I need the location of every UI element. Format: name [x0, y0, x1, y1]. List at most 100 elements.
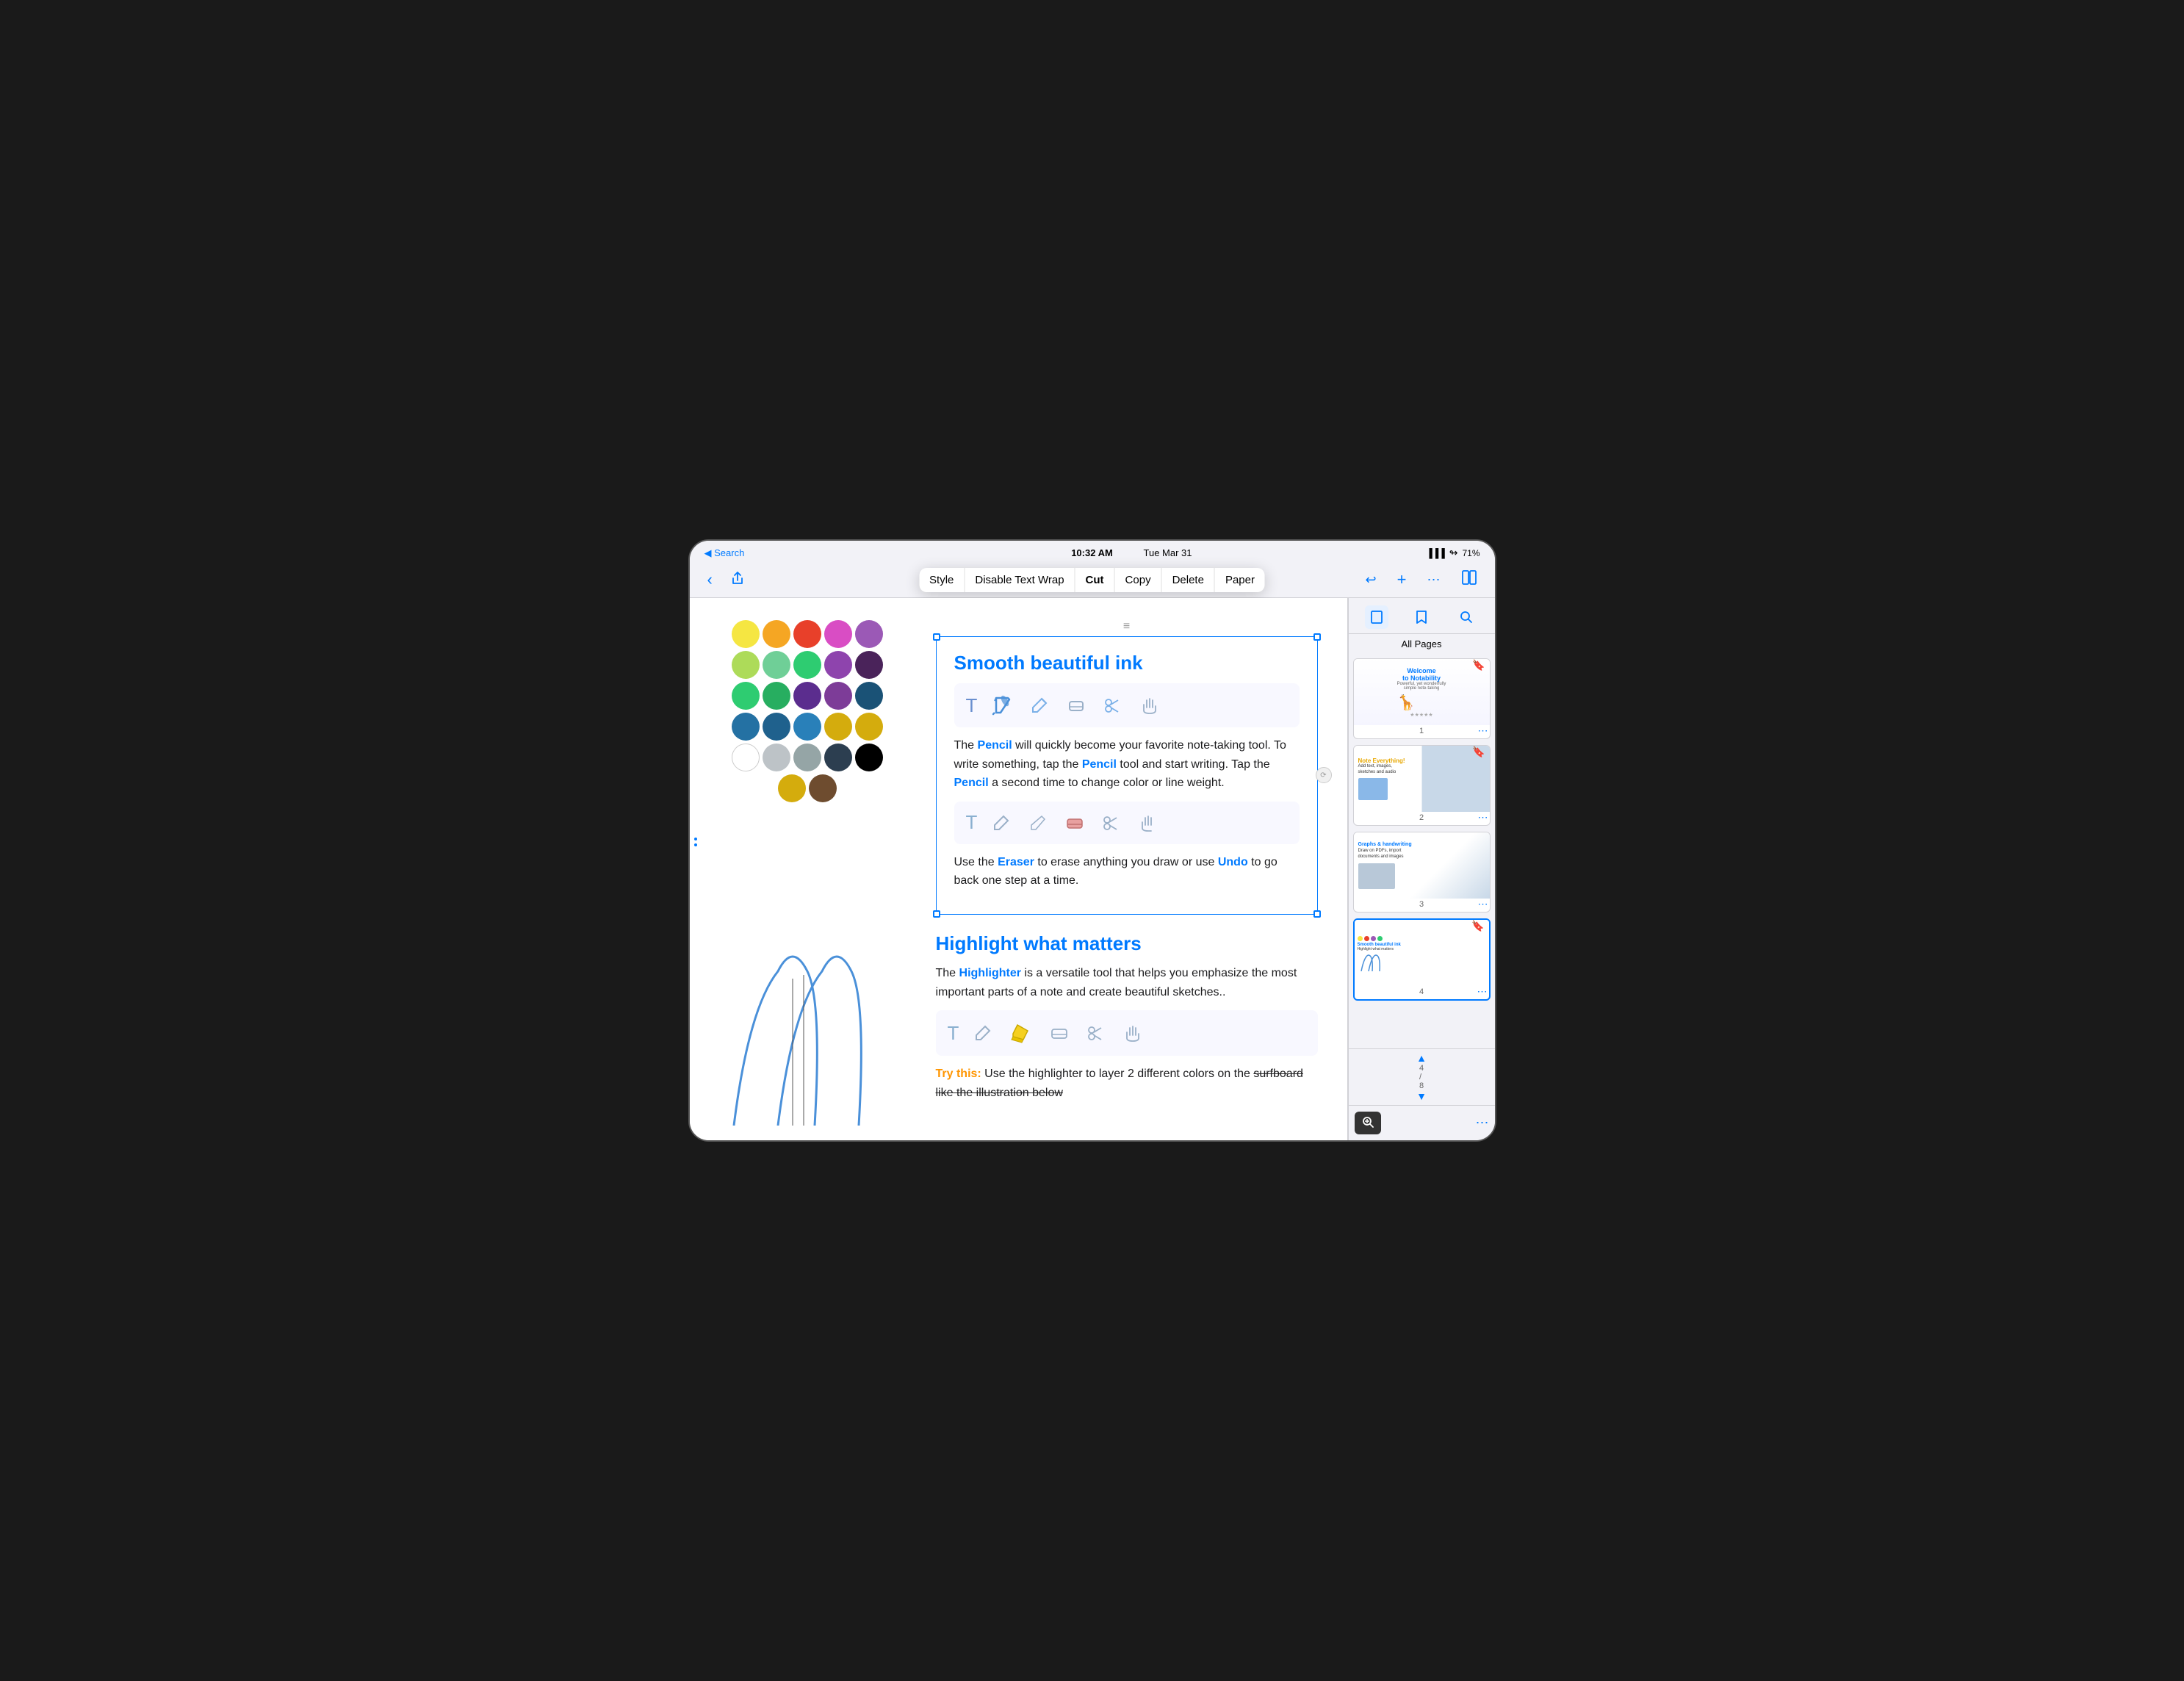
thumb2-body: Add text, images,sketches and audio: [1358, 764, 1396, 776]
signal-icon: ▐▐▐: [1426, 548, 1445, 558]
page-indicator: 4/8: [1419, 1064, 1424, 1090]
bookmark-4: 🔖: [1471, 920, 1484, 932]
color-navy: [855, 682, 883, 710]
share-button[interactable]: [724, 568, 751, 592]
more-btn-3[interactable]: ⋯: [1478, 898, 1488, 910]
more-btn-4[interactable]: ⋯: [1477, 985, 1488, 998]
handle-tr[interactable]: [1313, 633, 1321, 641]
pencil2-icon: [1027, 693, 1052, 718]
strikethrough-text: surfboard like the illustration below: [936, 1068, 1303, 1099]
text-tool-icon3: T: [948, 1022, 959, 1045]
wifi-icon: ↬: [1449, 547, 1458, 559]
back-button[interactable]: ‹: [702, 567, 718, 592]
all-pages-label: All Pages: [1349, 634, 1495, 654]
pencil-link1[interactable]: Pencil: [978, 739, 1012, 752]
sidebar-toolbar: [1349, 598, 1495, 634]
text-box-selected[interactable]: ⟳ Smooth beautiful ink T: [936, 636, 1318, 915]
try-this-text: Try this: Use the highlighter to layer 2…: [936, 1065, 1318, 1102]
color-blue: [732, 713, 760, 741]
more-btn-1[interactable]: ⋯: [1478, 724, 1488, 737]
context-paper[interactable]: Paper: [1215, 568, 1265, 592]
handle-bl[interactable]: [933, 910, 940, 918]
page-thumb-1[interactable]: 🔖 Welcometo Notability Powerful, yet won…: [1353, 658, 1491, 739]
scissors-icon3: [1084, 1021, 1109, 1045]
page-thumbnails: 🔖 Welcometo Notability Powerful, yet won…: [1349, 654, 1495, 1048]
color-palette: [704, 620, 910, 805]
page-num-4: 4: [1355, 986, 1489, 999]
bookmark-2: 🔖: [1472, 746, 1485, 758]
curve-drawing: [712, 935, 918, 1126]
pages-view-button[interactable]: [1365, 605, 1388, 629]
page-thumb-2[interactable]: 🔖 Note Everything! Add text, images,sket…: [1353, 745, 1491, 826]
section2-heading: Highlight what matters: [936, 932, 1318, 955]
eraser-icon-top: [1064, 693, 1089, 718]
color-violet: [824, 651, 852, 679]
search-sidebar-button[interactable]: [1455, 605, 1478, 629]
undo-button[interactable]: ↩: [1360, 569, 1383, 591]
more-button[interactable]: ⋯: [1421, 569, 1446, 591]
pencil-link2[interactable]: Pencil: [1082, 758, 1117, 771]
color-red: [793, 620, 821, 648]
document-area[interactable]: ≡ ⟳ Smooth beautiful ink T: [690, 598, 1348, 1140]
thumb2-title: Note Everything!: [1358, 757, 1405, 764]
scroll-up-icon[interactable]: ▲: [1416, 1052, 1427, 1064]
context-menu: Style Disable Text Wrap Cut Copy Delete …: [919, 568, 1265, 592]
toolbar-left: ‹: [702, 567, 751, 592]
giraffe-icon: 🦒: [1397, 694, 1446, 712]
context-copy[interactable]: Copy: [1115, 568, 1162, 592]
section1-body: The Pencil will quickly become your favo…: [954, 736, 1300, 793]
page-thumb-3[interactable]: Graphs & handwriting Draw on PDFs, impor…: [1353, 832, 1491, 913]
tool-row-2: T: [954, 802, 1300, 844]
eraser-link[interactable]: Eraser: [998, 856, 1034, 868]
undo-link[interactable]: Undo: [1218, 856, 1248, 868]
section2-body: The Highlighter is a versatile tool that…: [936, 964, 1318, 1001]
page-edge-dots: [694, 838, 697, 846]
context-cut[interactable]: Cut: [1075, 568, 1115, 592]
status-date: Tue Mar 31: [1144, 547, 1192, 558]
color-dark-violet: [824, 682, 852, 710]
back-nav[interactable]: ◀ Search: [704, 547, 745, 559]
color-light-blue: [793, 713, 821, 741]
highlighter-link[interactable]: Highlighter: [959, 967, 1021, 979]
context-disable-text-wrap[interactable]: Disable Text Wrap: [965, 568, 1075, 592]
color-light-gray: [763, 744, 790, 771]
resize-handle[interactable]: ⟳: [1316, 767, 1332, 783]
try-this-label: Try this:: [936, 1068, 981, 1080]
eraser-icon2: [1047, 1021, 1072, 1045]
status-right: ▐▐▐ ↬ 71%: [1426, 547, 1480, 559]
page-thumb-4[interactable]: 🔖 Smooth beautiful ink Highlight what ma…: [1353, 918, 1491, 1001]
bookmark-button[interactable]: [1410, 605, 1433, 629]
drag-handle[interactable]: ≡: [1123, 620, 1130, 633]
status-bar: ◀ Search 10:32 AM Tue Mar 31 ▐▐▐ ↬ 71%: [690, 541, 1495, 562]
zoom-button[interactable]: [1355, 1112, 1381, 1134]
color-light-green: [763, 651, 790, 679]
hand-icon3: [1120, 1021, 1145, 1045]
toolbar-right: + ⋯: [1391, 566, 1483, 593]
context-style[interactable]: Style: [919, 568, 965, 592]
color-steel-blue: [763, 713, 790, 741]
sidebar: All Pages 🔖 Welcometo Notability Powerfu…: [1348, 598, 1495, 1140]
color-gold2: [855, 713, 883, 741]
handle-br[interactable]: [1313, 910, 1321, 918]
section1-heading: Smooth beautiful ink: [954, 652, 1300, 674]
more-btn-2[interactable]: ⋯: [1478, 811, 1488, 824]
color-lime: [732, 651, 760, 679]
battery-status: 71%: [1462, 548, 1480, 558]
handle-tl[interactable]: [933, 633, 940, 641]
status-left: ◀ Search: [704, 547, 745, 559]
scissors-icon2: [1099, 810, 1124, 835]
section2-container: Highlight what matters The Highlighter i…: [936, 932, 1318, 1102]
color-gray: [793, 744, 821, 771]
color-black: [855, 744, 883, 771]
sidebar-more-button[interactable]: ⋯: [1476, 1115, 1489, 1131]
book-view-button[interactable]: [1455, 566, 1483, 593]
color-purple: [855, 620, 883, 648]
page-num-3: 3: [1354, 899, 1490, 912]
pencil-link3[interactable]: Pencil: [954, 777, 989, 789]
context-delete[interactable]: Delete: [1162, 568, 1215, 592]
sidebar-bottom: ⋯: [1349, 1105, 1495, 1140]
thumb3-line1: Graphs & handwriting: [1358, 842, 1412, 847]
scroll-down-icon[interactable]: ▼: [1416, 1090, 1427, 1102]
color-brown: [809, 774, 837, 802]
add-button[interactable]: +: [1391, 567, 1413, 592]
